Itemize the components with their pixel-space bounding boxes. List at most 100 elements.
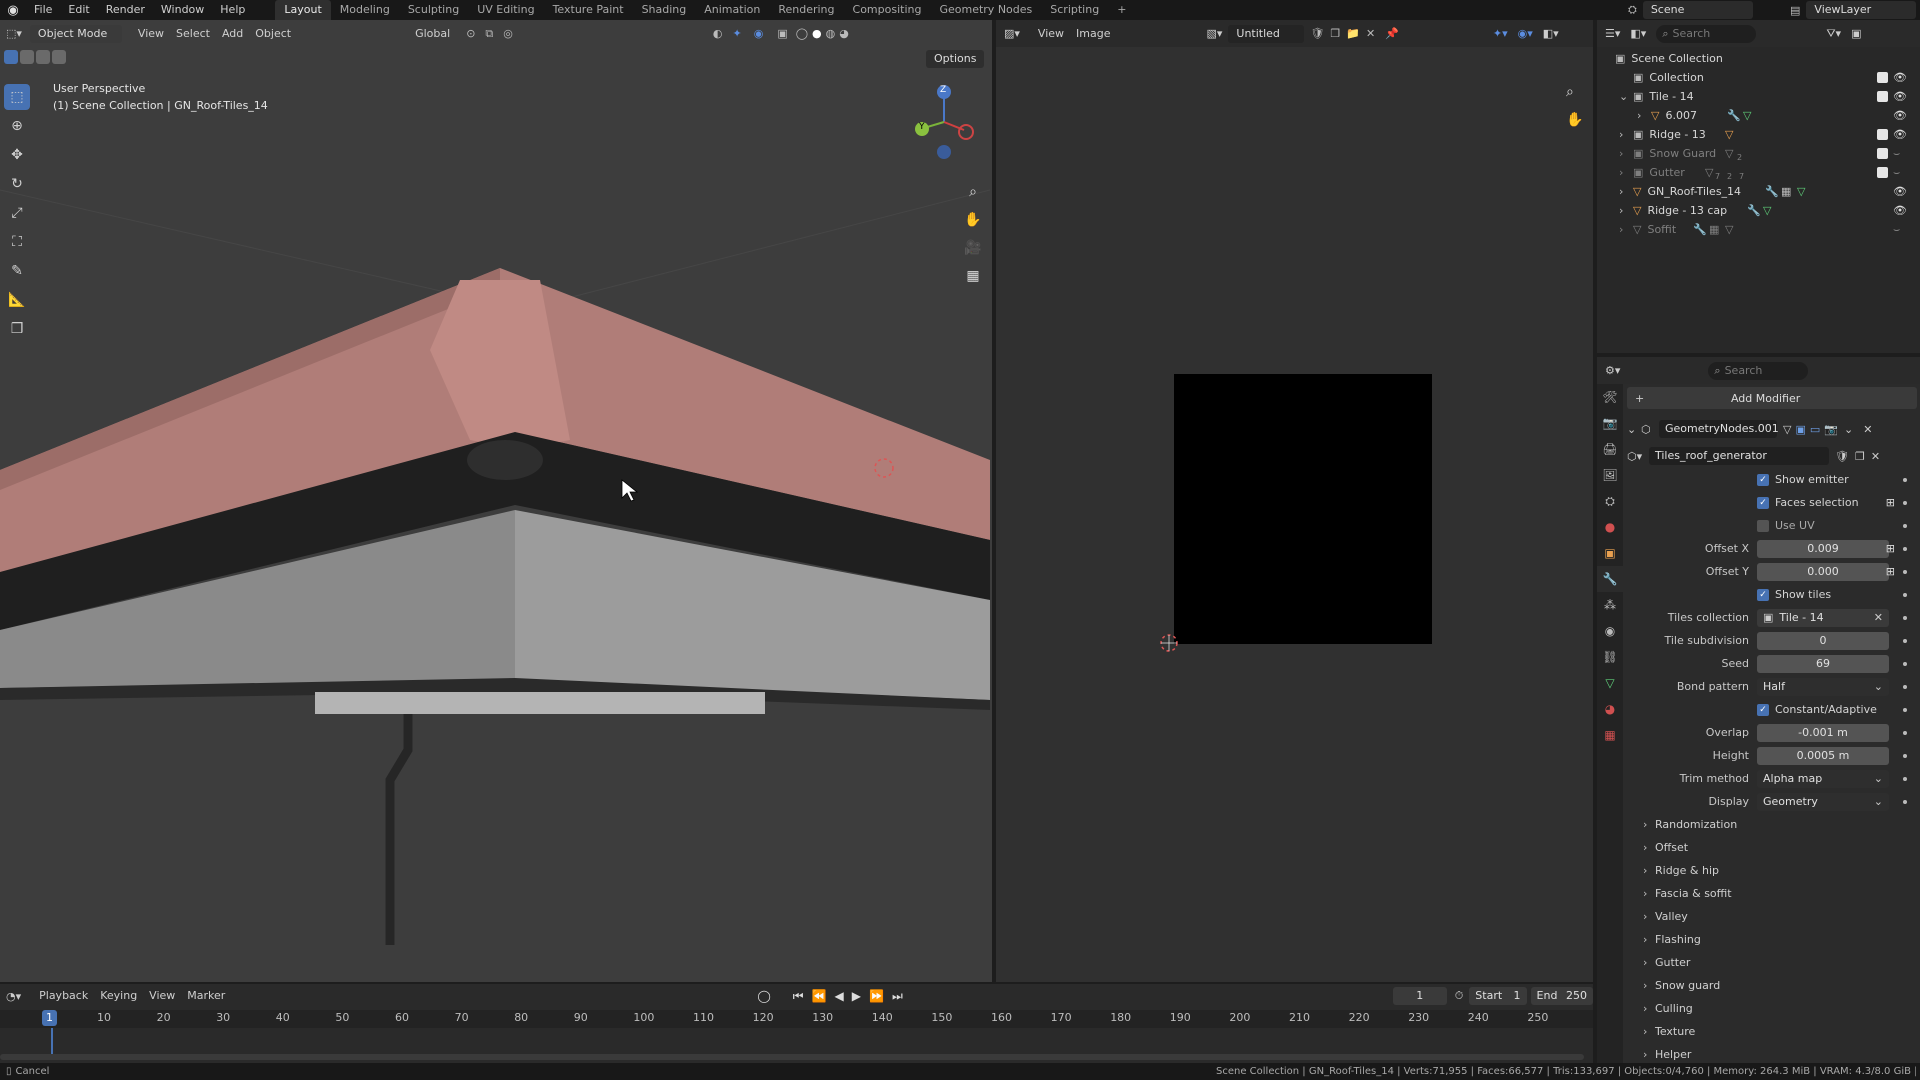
image-canvas[interactable] (1174, 374, 1432, 644)
jump-end-icon[interactable]: ⏭ (892, 989, 903, 1004)
menu-help[interactable]: Help (212, 0, 253, 20)
exclude-checkbox[interactable] (1877, 72, 1888, 83)
scene-selector[interactable]: ⛭ Scene (1628, 1, 1753, 19)
play-icon[interactable]: ▶ (852, 989, 861, 1003)
cage-toggle-icon[interactable]: ▣ (1795, 423, 1805, 436)
tab-modeling[interactable]: Modeling (331, 0, 399, 20)
expand-chevron-icon[interactable]: › (1619, 185, 1633, 198)
data-tab-icon[interactable]: ▽ (1597, 670, 1623, 696)
eye-icon[interactable]: 👁 (1893, 90, 1907, 103)
tiles-collection-field[interactable]: ▣ Tile - 14 ✕ (1757, 608, 1889, 627)
keyframe-dot[interactable] (1903, 799, 1907, 804)
keyframe-dot[interactable] (1903, 684, 1907, 689)
eye-icon[interactable]: 👁 (1893, 71, 1907, 84)
duplicate-node-group-icon[interactable]: ❐ (1855, 450, 1865, 463)
show-emitter-row[interactable]: ✓ Show emitter (1627, 468, 1917, 491)
outliner-row-6007[interactable]: › ▽ 6.007 🔧 ▽ 👁 (1597, 106, 1920, 125)
pan-hand-icon[interactable]: ✋ (1566, 106, 1583, 134)
expand-chevron-icon[interactable]: › (1619, 204, 1633, 217)
blender-logo-icon[interactable]: ◉ (0, 3, 26, 18)
panel-gutter[interactable]: › Gutter (1627, 951, 1917, 974)
panel-culling[interactable]: › Culling (1627, 997, 1917, 1020)
height-field[interactable]: 0.0005 m (1757, 746, 1889, 765)
exclude-checkbox[interactable] (1877, 167, 1888, 178)
seed-field[interactable]: 69 (1757, 654, 1889, 673)
keyframe-dot[interactable] (1903, 569, 1907, 574)
jump-start-icon[interactable]: ⏮ (793, 989, 804, 1004)
attribute-toggle-icon[interactable]: ⊞ (1886, 496, 1895, 509)
tab-scripting[interactable]: Scripting (1041, 0, 1108, 20)
expand-chevron-icon[interactable]: ⌄ (1619, 90, 1633, 103)
bond-pattern-dropdown[interactable]: Half ⌄ (1757, 677, 1889, 696)
outliner-row-gn-roof-tiles[interactable]: › ▽ GN_Roof-Tiles_14 🔧 ▦ ▽ 👁 (1597, 182, 1920, 201)
keyframe-dot[interactable] (1903, 592, 1907, 597)
panel-offset[interactable]: › Offset (1627, 836, 1917, 859)
constant-adaptive-checkbox[interactable]: ✓ (1757, 703, 1769, 716)
image-overlay-icon[interactable]: ◉▾ (1518, 27, 1533, 40)
collapse-chevron-icon[interactable]: ⌄ (1627, 423, 1641, 436)
keyframe-dot[interactable] (1903, 615, 1907, 620)
outliner-row-ridge-13-cap[interactable]: › ▽ Ridge - 13 cap 🔧 ▽ 👁 (1597, 201, 1920, 220)
attribute-toggle-icon[interactable]: ⊞ (1886, 542, 1895, 555)
image-gizmo-icon[interactable]: ✦▾ (1493, 27, 1508, 40)
auto-key-icon[interactable]: ◯ (757, 989, 770, 1003)
properties-search[interactable]: ⌕ Search (1708, 361, 1809, 380)
outliner-row-gutter[interactable]: › ▣ Gutter ▽ 7 2 7 ⌣ (1597, 163, 1920, 182)
eye-hidden-icon[interactable]: ⌣ (1893, 166, 1900, 180)
stopwatch-icon[interactable]: ⏱ (1455, 989, 1464, 1003)
start-frame-field[interactable]: Start 1 (1469, 987, 1527, 1005)
render-toggle-icon[interactable]: 📷 (1824, 423, 1838, 436)
faces-selection-row[interactable]: ✓ Faces selection ⊞ (1627, 491, 1917, 514)
panel-valley[interactable]: › Valley (1627, 905, 1917, 928)
menu-image[interactable]: Image (1070, 25, 1116, 43)
keyframe-dot[interactable] (1903, 500, 1907, 505)
modifier-tab-icon[interactable]: 🔧 (1597, 566, 1623, 592)
filter-icon[interactable]: ⛛▾ (1826, 27, 1841, 41)
edit-mode-toggle-icon[interactable]: ▽ (1783, 423, 1791, 436)
constraints-tab-icon[interactable]: ⛓ (1597, 644, 1623, 670)
keyframe-dot[interactable] (1903, 638, 1907, 643)
eye-icon[interactable]: 👁 (1893, 185, 1907, 198)
image-editor-type-icon[interactable]: ▨▾ (1004, 27, 1020, 40)
image-editor[interactable]: ▨▾ View Image ▧▾ Untitled 🛡 ❐ 📁 ✕ 📌 ✦▾ ◉… (996, 20, 1593, 982)
tab-compositing[interactable]: Compositing (844, 0, 931, 20)
physics-tab-icon[interactable]: ◉ (1597, 618, 1623, 644)
menu-window[interactable]: Window (153, 0, 212, 20)
expand-chevron-icon[interactable]: › (1619, 166, 1633, 179)
panel-helper[interactable]: › Helper (1627, 1043, 1917, 1063)
frame-ruler[interactable]: 10 20 30 40 50 60 70 80 90 100 110 120 130 140 150 160 1… (0, 1010, 1593, 1028)
tool-tab-icon[interactable]: 🛠 (1597, 384, 1623, 410)
display-mode-icon[interactable]: ◧▾ (1630, 27, 1646, 40)
panel-ridge-hip[interactable]: › Ridge & hip (1627, 859, 1917, 882)
node-tree-icon[interactable]: ⬡▾ (1627, 450, 1649, 463)
menu-view[interactable]: View (143, 987, 181, 1005)
outliner-row-scene-collection[interactable]: ▣ Scene Collection (1597, 49, 1920, 68)
tab-sculpting[interactable]: Sculpting (399, 0, 468, 20)
3d-viewport[interactable]: ⬚▾ Object Mode View Select Add Object Gl… (0, 20, 992, 982)
expand-chevron-icon[interactable]: › (1619, 147, 1633, 160)
menu-marker[interactable]: Marker (181, 987, 231, 1005)
object-tab-icon[interactable]: ▣ (1597, 540, 1623, 566)
remove-modifier-icon[interactable]: ✕ (1863, 423, 1872, 436)
pin-icon[interactable]: 📌 (1385, 27, 1399, 40)
image-browse-icon[interactable]: ▧▾ (1206, 27, 1222, 40)
outliner-row-ridge-13[interactable]: › ▣ Ridge - 13 ▽ 👁 (1597, 125, 1920, 144)
new-collection-icon[interactable]: ▣ (1851, 27, 1861, 40)
outliner-search[interactable]: ⌕ Search (1656, 24, 1757, 43)
use-uv-checkbox[interactable] (1757, 519, 1769, 532)
menu-render[interactable]: Render (98, 0, 153, 20)
menu-playback[interactable]: Playback (33, 987, 94, 1005)
clear-collection-icon[interactable]: ✕ (1874, 609, 1883, 627)
expand-chevron-icon[interactable]: › (1619, 128, 1633, 141)
show-tiles-row[interactable]: ✓ Show tiles (1627, 583, 1917, 606)
new-image-icon[interactable]: ❐ (1330, 27, 1340, 40)
timeline-scrollbar[interactable] (0, 1054, 1584, 1060)
eye-icon[interactable]: 👁 (1893, 204, 1907, 217)
jump-next-key-icon[interactable]: ⏩ (869, 989, 884, 1003)
properties-editor-icon[interactable]: ⚙▾ (1605, 364, 1620, 377)
outliner-row-tile-14[interactable]: ⌄ ▣ Tile - 14 👁 (1597, 87, 1920, 106)
keyframe-dot[interactable] (1903, 753, 1907, 758)
exclude-checkbox[interactable] (1877, 129, 1888, 140)
tab-texture-paint[interactable]: Texture Paint (544, 0, 633, 20)
end-frame-field[interactable]: End 250 (1530, 987, 1594, 1005)
